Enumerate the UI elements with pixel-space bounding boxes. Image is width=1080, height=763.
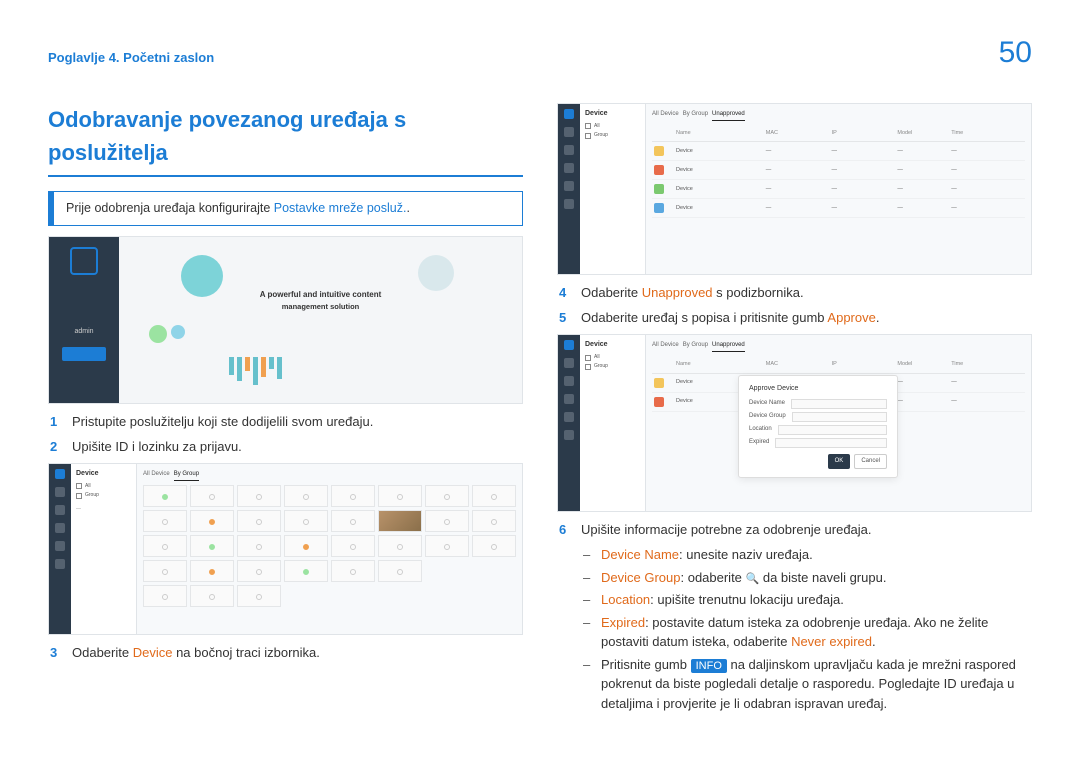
admin-label: admin bbox=[74, 327, 93, 338]
step-6: 6 Upišite informacije potrebne za odobre… bbox=[559, 520, 1032, 540]
step-6-text: Upišite informacije potrebne za odobrenj… bbox=[581, 520, 872, 540]
ok-button: OK bbox=[828, 454, 851, 469]
step-1-text: Pristupite poslužitelju koji ste dodijel… bbox=[72, 412, 373, 432]
step-2: 2 Upišite ID i lozinku za prijavu. bbox=[50, 437, 523, 457]
section-title: Odobravanje povezanog uređaja s poslužit… bbox=[48, 103, 523, 177]
unapproved-keyword: Unapproved bbox=[642, 285, 713, 300]
step-4: 4 Odaberite Unapproved s podizbornika. bbox=[559, 283, 1032, 303]
step-5: 5 Odaberite uređaj s popisa i pritisnite… bbox=[559, 308, 1032, 328]
step-num-6: 6 bbox=[559, 520, 571, 540]
rail-logo-icon bbox=[564, 109, 574, 119]
sub-location: – Location: upišite trenutnu lokaciju ur… bbox=[583, 590, 1032, 610]
step-num-3: 3 bbox=[50, 643, 62, 663]
page-number: 50 bbox=[999, 30, 1032, 75]
step-3-text: Odaberite Device na bočnoj traci izborni… bbox=[72, 643, 320, 663]
panel-title: Device bbox=[585, 109, 640, 120]
panel-title: Device bbox=[76, 469, 131, 480]
approve-modal: Approve Device Device Name Device Group … bbox=[738, 375, 898, 478]
step-num-1: 1 bbox=[50, 412, 62, 432]
rail-icon bbox=[55, 559, 65, 569]
note-text-post: . bbox=[406, 201, 409, 215]
step-2-text: Upišite ID i lozinku za prijavu. bbox=[72, 437, 242, 457]
logo-icon bbox=[70, 247, 98, 275]
rail-logo-icon bbox=[55, 469, 65, 479]
step-num-2: 2 bbox=[50, 437, 62, 457]
screenshot-login: admin A powerful and intuitive content m… bbox=[48, 236, 523, 404]
tab: All Device bbox=[143, 470, 170, 481]
screenshot-approve-modal: Device All Group All Device By Group Una… bbox=[557, 334, 1032, 512]
screenshot-device-grid: Device All Group — All Device By Group bbox=[48, 463, 523, 635]
rail-logo-icon bbox=[564, 340, 574, 350]
step-num-5: 5 bbox=[559, 308, 571, 328]
signin-button bbox=[62, 347, 106, 361]
screenshot-unapproved-list: Device All Group All Device By Group Una… bbox=[557, 103, 1032, 275]
tab: By Group bbox=[174, 470, 199, 481]
sub-device-name: – Device Name: unesite naziv uređaja. bbox=[583, 545, 1032, 565]
login-caption-1: A powerful and intuitive content bbox=[260, 290, 381, 299]
sub-info: – Pritisnite gumb INFO na daljinskom upr… bbox=[583, 655, 1032, 714]
modal-title: Approve Device bbox=[749, 384, 887, 395]
device-keyword: Device bbox=[133, 645, 173, 660]
sub-expired: – Expired: postavite datum isteka za odo… bbox=[583, 613, 1032, 652]
rail-icon bbox=[55, 541, 65, 551]
note-link[interactable]: Postavke mreže posluž. bbox=[274, 201, 407, 215]
right-column: Device All Group All Device By Group Una… bbox=[557, 103, 1032, 716]
sub-device-group: – Device Group: odaberite da biste navel… bbox=[583, 568, 1032, 588]
rail-icon bbox=[55, 523, 65, 533]
search-icon bbox=[746, 570, 760, 585]
approve-keyword: Approve bbox=[827, 310, 875, 325]
tab: All Device bbox=[652, 110, 679, 121]
step-num-4: 4 bbox=[559, 283, 571, 303]
login-caption-2: management solution bbox=[260, 301, 381, 312]
step-1: 1 Pristupite poslužitelju koji ste dodij… bbox=[50, 412, 523, 432]
note-text-pre: Prije odobrenja uređaja konfigurirajte bbox=[66, 201, 274, 215]
step-3: 3 Odaberite Device na bočnoj traci izbor… bbox=[50, 643, 523, 663]
rail-icon bbox=[55, 505, 65, 515]
note-box: Prije odobrenja uređaja konfigurirajte P… bbox=[48, 191, 523, 226]
tab: By Group bbox=[683, 110, 708, 121]
info-badge: INFO bbox=[691, 659, 727, 673]
chapter-label: Poglavlje 4. Početni zaslon bbox=[48, 48, 214, 68]
cancel-button: Cancel bbox=[854, 454, 887, 469]
rail-icon bbox=[55, 487, 65, 497]
tab: Unapproved bbox=[712, 110, 745, 121]
left-column: Odobravanje povezanog uređaja s poslužit… bbox=[48, 103, 523, 716]
